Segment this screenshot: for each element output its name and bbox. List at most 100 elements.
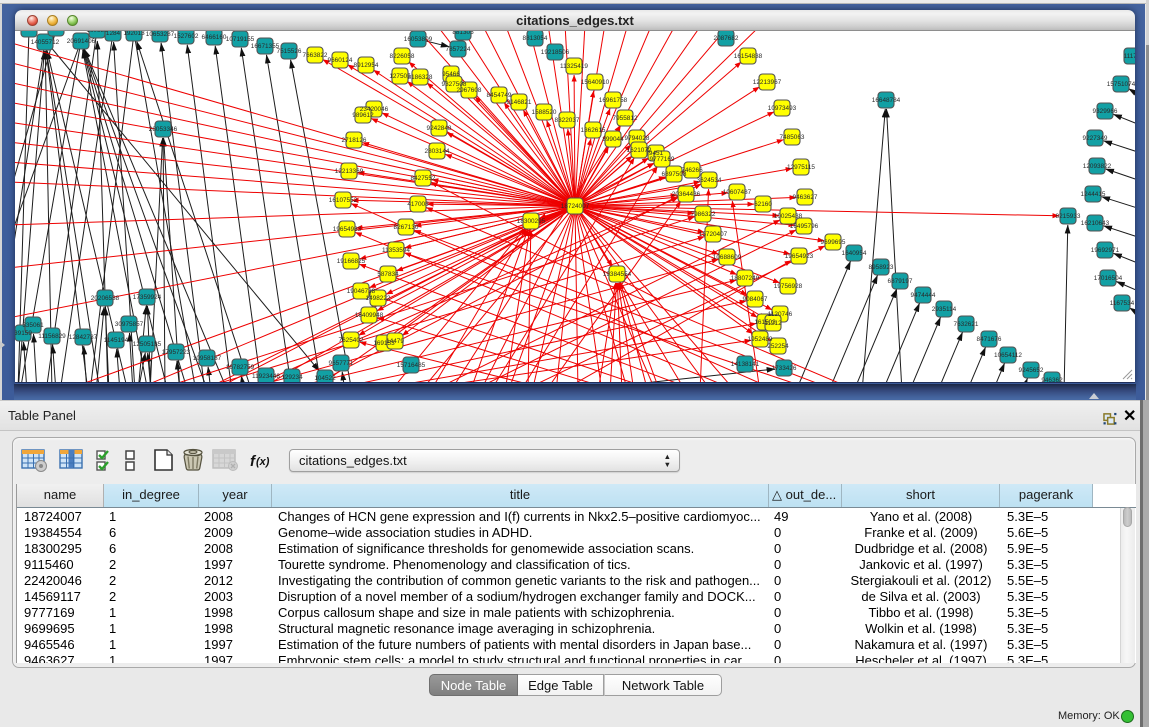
svg-text:95466: 95466 — [442, 71, 460, 78]
svg-text:16961758: 16961758 — [599, 97, 628, 104]
svg-text:10973493: 10973493 — [768, 105, 797, 112]
svg-text:104522: 104522 — [314, 375, 336, 382]
svg-text:9660124: 9660124 — [328, 57, 353, 64]
svg-text:9794028: 9794028 — [625, 135, 650, 142]
svg-text:16053809: 16053809 — [404, 36, 433, 43]
svg-text:19654923: 19654923 — [785, 253, 814, 260]
svg-text:12842737: 12842737 — [69, 334, 98, 341]
svg-text:28053346: 28053346 — [149, 126, 178, 133]
svg-text:11156829: 11156829 — [38, 333, 66, 340]
svg-text:1362615: 1362615 — [581, 127, 606, 134]
svg-text:16671355: 16671355 — [251, 43, 280, 50]
svg-text:12975115: 12975115 — [787, 164, 815, 171]
svg-text:9084067: 9084067 — [743, 296, 768, 303]
svg-text:1120746: 1120746 — [768, 311, 793, 318]
svg-text:1952489: 1952489 — [748, 336, 773, 343]
svg-text:10688609: 10688609 — [713, 254, 742, 261]
svg-text:2803144: 2803144 — [425, 148, 450, 155]
svg-text:7986322: 7986322 — [691, 211, 716, 218]
svg-text:1167534: 1167534 — [1110, 300, 1135, 307]
svg-text:8454749: 8454749 — [487, 92, 512, 99]
svg-text:19046738: 19046738 — [347, 288, 376, 295]
svg-text:17016504: 17016504 — [1094, 275, 1123, 282]
svg-text:6897508: 6897508 — [662, 171, 687, 178]
svg-text:946362: 946362 — [1041, 377, 1063, 383]
svg-text:252254: 252254 — [767, 343, 789, 350]
svg-text:8186328: 8186328 — [408, 74, 433, 81]
svg-text:20364436: 20364436 — [672, 191, 701, 198]
svg-text:9146821: 9146821 — [507, 99, 532, 106]
svg-text:16107552: 16107552 — [329, 197, 358, 204]
svg-text:15640910: 15640910 — [581, 79, 610, 86]
svg-text:335061: 335061 — [22, 322, 44, 329]
svg-text:16782759: 16782759 — [226, 364, 255, 371]
svg-text:20206538: 20206538 — [91, 295, 120, 302]
svg-text:16648784: 16648784 — [872, 97, 901, 104]
svg-text:11923448: 11923448 — [252, 373, 280, 380]
svg-text:8215933: 8215933 — [1056, 213, 1081, 220]
svg-text:9699695: 9699695 — [821, 239, 846, 246]
svg-text:2967608: 2967608 — [457, 87, 482, 94]
svg-text:9329966: 9329966 — [1093, 108, 1118, 115]
svg-text:10958187: 10958187 — [193, 355, 222, 362]
svg-text:10719155: 10719155 — [226, 36, 255, 43]
svg-text:587834: 587834 — [377, 271, 399, 278]
svg-text:1145194: 1145194 — [104, 337, 129, 344]
svg-text:5981: 5981 — [49, 31, 64, 32]
svg-text:9463627: 9463627 — [793, 194, 818, 201]
svg-text:1498222: 1498222 — [366, 295, 391, 302]
svg-text:899044: 899044 — [602, 136, 624, 143]
svg-text:7663822: 7663822 — [303, 52, 328, 59]
svg-text:8267130: 8267130 — [394, 224, 419, 231]
svg-text:1527602: 1527602 — [174, 33, 199, 40]
svg-text:8427552: 8427552 — [411, 175, 436, 182]
svg-text:10025438: 10025438 — [774, 213, 803, 220]
svg-text:7955812: 7955812 — [613, 115, 638, 122]
svg-text:19756928: 19756928 — [774, 283, 803, 290]
svg-text:15720407: 15720407 — [699, 231, 728, 238]
svg-text:9242848: 9242848 — [427, 125, 452, 132]
svg-text:18807249: 18807249 — [731, 275, 760, 282]
svg-text:12213967: 12213967 — [753, 79, 782, 86]
svg-text:14479: 14479 — [386, 338, 404, 345]
svg-text:1284: 1284 — [106, 31, 121, 37]
svg-text:8813054: 8813054 — [523, 35, 548, 42]
svg-text:8226058: 8226058 — [390, 53, 415, 60]
svg-text:9245652: 9245652 — [1019, 367, 1044, 374]
svg-text:16210643: 16210643 — [1081, 220, 1110, 227]
svg-text:30975857: 30975857 — [115, 321, 144, 328]
svg-text:7485063: 7485063 — [780, 134, 805, 141]
svg-text:10654112: 10654112 — [994, 352, 1022, 359]
svg-text:16409948: 16409948 — [355, 312, 384, 319]
svg-text:15716485: 15716485 — [397, 362, 426, 369]
svg-text:9777169: 9777169 — [650, 156, 675, 163]
svg-text:18724007: 18724007 — [561, 203, 590, 210]
svg-text:11353594: 11353594 — [382, 247, 410, 254]
svg-text:8958923: 8958923 — [869, 264, 894, 271]
svg-text:11174: 11174 — [1124, 53, 1135, 60]
svg-text:9227349: 9227349 — [1083, 135, 1108, 142]
svg-text:16154838: 16154838 — [734, 53, 763, 60]
svg-text:19654983: 19654983 — [333, 226, 362, 233]
svg-text:15751074: 15751074 — [1107, 81, 1135, 88]
svg-text:160538: 160538 — [86, 31, 108, 34]
svg-text:1244415: 1244415 — [1081, 191, 1106, 198]
svg-text:192013: 192013 — [123, 31, 145, 37]
svg-text:12505135: 12505135 — [133, 341, 162, 348]
svg-text:7857224: 7857224 — [446, 46, 471, 53]
svg-text:11325419: 11325419 — [560, 63, 588, 70]
svg-text:17359924: 17359924 — [133, 294, 162, 301]
svg-text:129234: 129234 — [281, 374, 303, 381]
svg-text:2087682: 2087682 — [714, 35, 739, 42]
svg-text:7632621: 7632621 — [954, 321, 979, 328]
svg-text:8471676: 8471676 — [977, 336, 1002, 343]
svg-text:19218506: 19218506 — [541, 49, 570, 56]
svg-text:10653287: 10653287 — [146, 31, 175, 38]
svg-text:20691406: 20691406 — [67, 38, 96, 45]
svg-text:39159: 39159 — [15, 330, 32, 337]
svg-text:19692971: 19692971 — [1091, 247, 1120, 254]
svg-text:1588520: 1588520 — [532, 109, 557, 116]
svg-text:8912954: 8912954 — [354, 62, 379, 69]
svg-text:6879197: 6879197 — [888, 278, 913, 285]
svg-text:8322037: 8322037 — [555, 117, 580, 124]
